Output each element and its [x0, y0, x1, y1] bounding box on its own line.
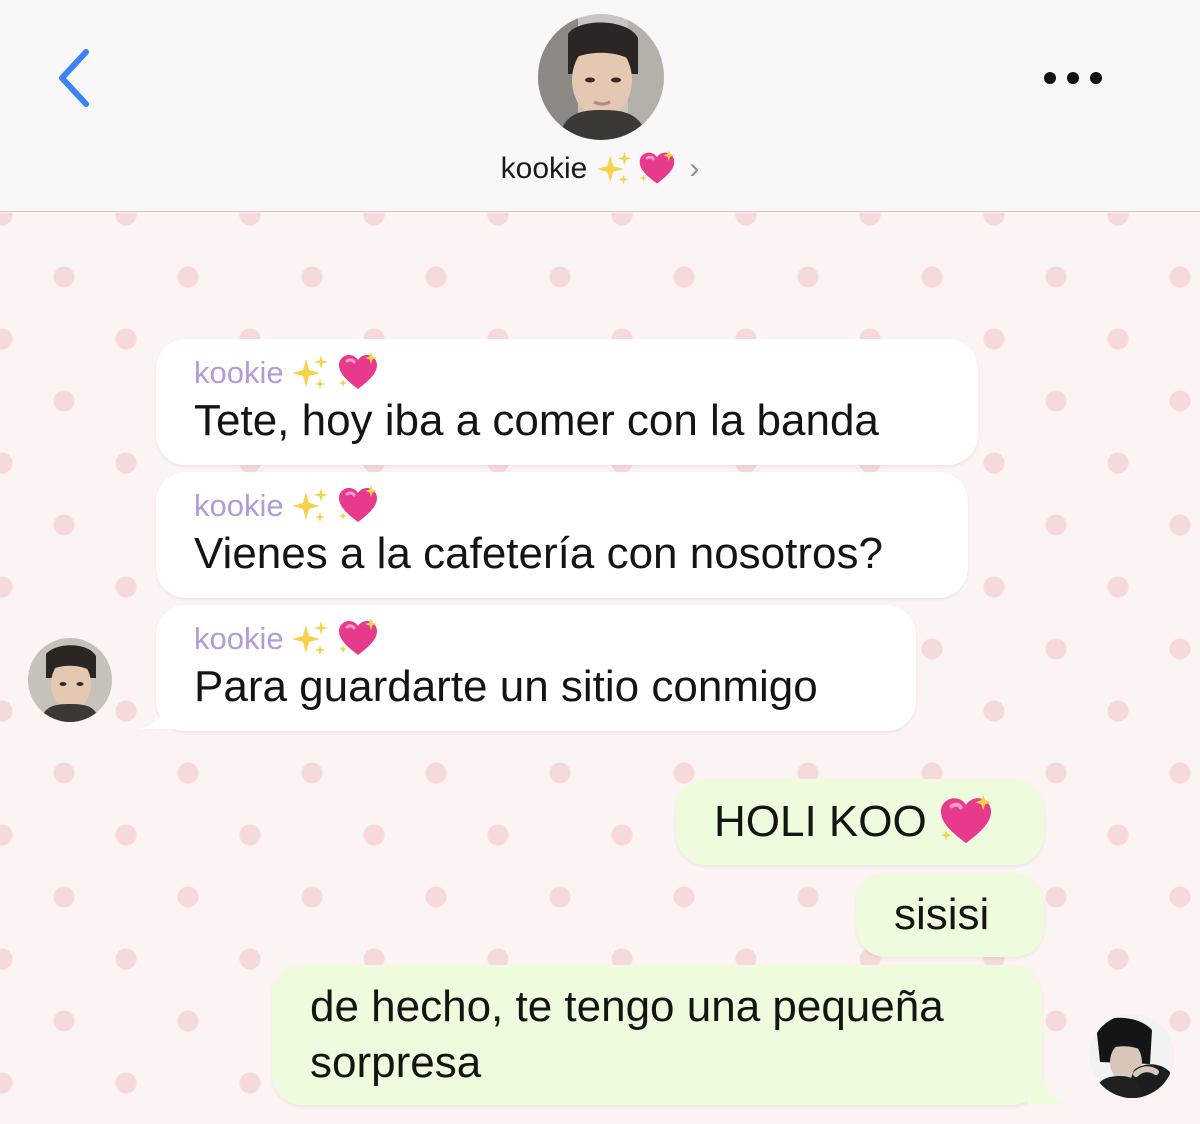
- sender-name: kookie: [194, 621, 284, 656]
- message-text: Vienes a la cafetería con nosotros?: [194, 529, 883, 578]
- sender-avatar[interactable]: [28, 638, 112, 722]
- sender-name: kookie: [194, 488, 284, 523]
- sparkles-icon: [595, 150, 633, 188]
- sparkling-heart-icon: [336, 617, 380, 661]
- chevron-left-icon: [59, 49, 89, 107]
- incoming-message[interactable]: kookie Para guardarte un sitio conmigo: [156, 605, 916, 731]
- back-button[interactable]: [48, 44, 102, 114]
- contact-name-row[interactable]: kookie ›: [0, 146, 1200, 192]
- chat-screen: kookie › kookie Tete, hoy iba a comer co…: [0, 0, 1200, 1124]
- sender-photo: [28, 638, 112, 722]
- contact-photo: [538, 14, 664, 140]
- message-text: de hecho, te tengo una pequeña sorpresa: [310, 982, 944, 1087]
- sparkling-heart-icon: [336, 484, 380, 528]
- outgoing-message[interactable]: de hecho, te tengo una pequeña sorpresa: [272, 965, 1042, 1105]
- incoming-message[interactable]: kookie Vienes a la cafetería con nosotro…: [156, 472, 968, 598]
- my-avatar[interactable]: [1090, 1014, 1174, 1098]
- my-photo: [1090, 1014, 1174, 1098]
- message-text-row: HOLI KOO: [714, 793, 1004, 851]
- message-list[interactable]: kookie Tete, hoy iba a comer con la band…: [0, 213, 1200, 1124]
- sender-name: kookie: [194, 355, 284, 390]
- message-text: Para guardarte un sitio conmigo: [194, 662, 818, 711]
- dot-icon: [1044, 72, 1056, 84]
- sender-line: kookie: [194, 353, 938, 393]
- contact-emoji: [595, 149, 677, 189]
- incoming-message[interactable]: kookie Tete, hoy iba a comer con la band…: [156, 339, 978, 465]
- message-text: HOLI KOO: [714, 797, 927, 846]
- more-options-button[interactable]: [1036, 58, 1110, 98]
- dot-icon: [1067, 72, 1079, 84]
- chevron-right-icon: ›: [689, 152, 700, 185]
- outgoing-message[interactable]: HOLI KOO: [676, 779, 1044, 865]
- incoming-bubble-tail: [140, 705, 180, 729]
- sparkling-heart-icon: [336, 351, 380, 395]
- dot-icon: [1090, 72, 1102, 84]
- outgoing-message[interactable]: sisisi: [856, 873, 1044, 957]
- message-text: sisisi: [894, 890, 990, 939]
- chat-header: kookie ›: [0, 0, 1200, 212]
- contact-name: kookie: [500, 152, 588, 185]
- outgoing-bubble-tail: [1028, 1080, 1068, 1104]
- sender-line: kookie: [194, 619, 876, 659]
- sparkles-icon: [290, 619, 330, 659]
- sparkling-heart-icon: [637, 149, 677, 189]
- sparkles-icon: [290, 486, 330, 526]
- contact-avatar[interactable]: [538, 14, 664, 140]
- sparkles-icon: [290, 353, 330, 393]
- sparkling-heart-icon: [937, 793, 995, 851]
- message-text: Tete, hoy iba a comer con la banda: [194, 396, 879, 445]
- sender-line: kookie: [194, 486, 928, 526]
